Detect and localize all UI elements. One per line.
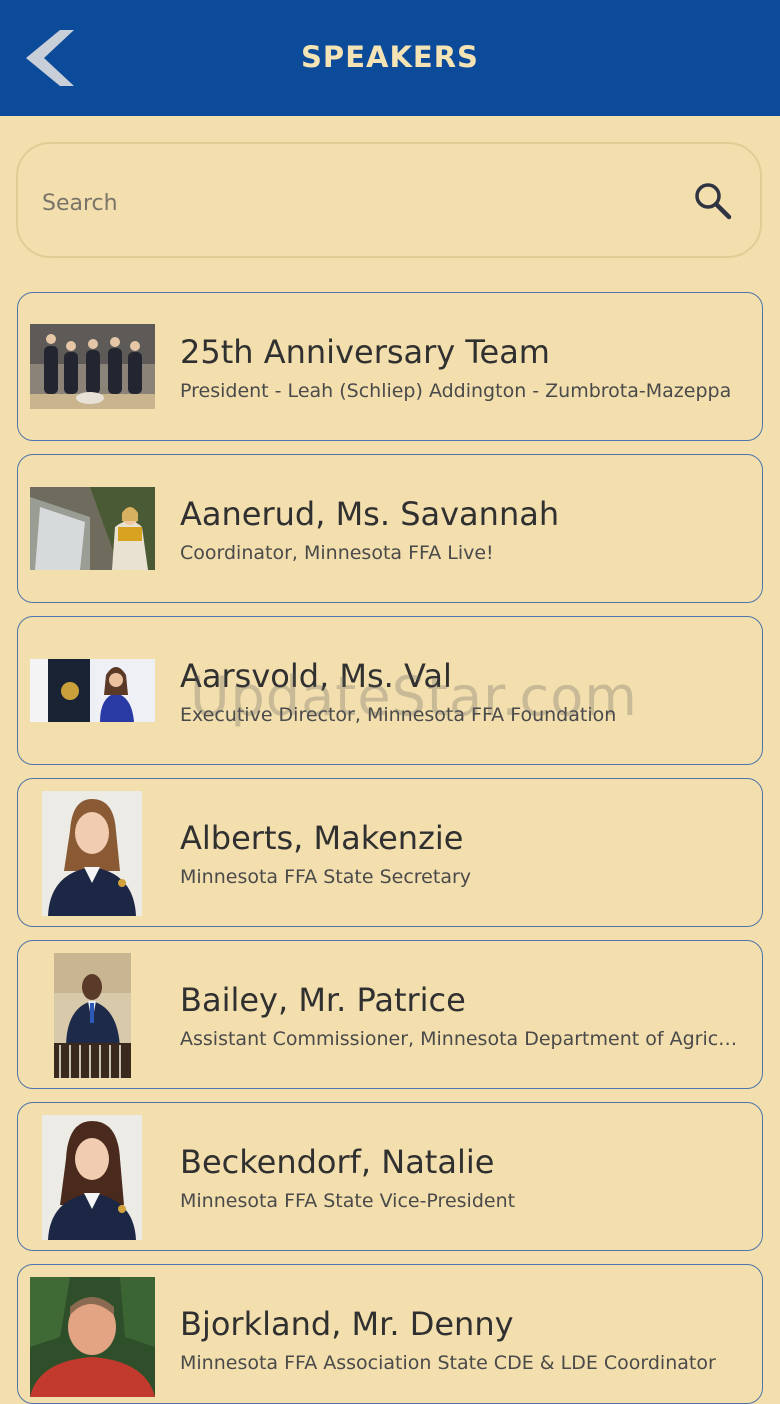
speaker-name: Alberts, Makenzie bbox=[180, 819, 464, 857]
speaker-role: Minnesota FFA State Vice-President bbox=[180, 1190, 516, 1212]
search-input[interactable] bbox=[40, 180, 684, 226]
speaker-item-aarsvold[interactable]: Aarsvold, Ms. Val Executive Director, Mi… bbox=[17, 616, 763, 765]
speaker-item-alberts[interactable]: Alberts, Makenzie Minnesota FFA State Se… bbox=[17, 778, 763, 927]
speaker-name: 25th Anniversary Team bbox=[180, 333, 550, 371]
speaker-name: Beckendorf, Natalie bbox=[180, 1143, 495, 1181]
speaker-photo bbox=[30, 1277, 155, 1397]
speaker-role: Assistant Commissioner, Minnesota Depart… bbox=[180, 1028, 740, 1050]
speaker-name: Bailey, Mr. Patrice bbox=[180, 981, 466, 1019]
speaker-photo bbox=[54, 953, 131, 1078]
speaker-photo bbox=[42, 1115, 142, 1240]
speaker-photo bbox=[30, 487, 155, 570]
speaker-item-beckendorf[interactable]: Beckendorf, Natalie Minnesota FFA State … bbox=[17, 1102, 763, 1251]
speaker-name: Bjorkland, Mr. Denny bbox=[180, 1305, 514, 1343]
search-bar bbox=[16, 142, 762, 258]
speaker-photo bbox=[30, 324, 155, 409]
speaker-item-aanerud[interactable]: Aanerud, Ms. Savannah Coordinator, Minne… bbox=[17, 454, 763, 603]
speaker-item-bailey[interactable]: Bailey, Mr. Patrice Assistant Commission… bbox=[17, 940, 763, 1089]
speaker-photo bbox=[42, 791, 142, 916]
app-header: SPEAKERS bbox=[0, 0, 780, 116]
speaker-role: President - Leah (Schliep) Addington - Z… bbox=[180, 380, 732, 402]
speaker-role: Executive Director, Minnesota FFA Founda… bbox=[180, 704, 617, 726]
speaker-role: Minnesota FFA State Secretary bbox=[180, 866, 472, 888]
speaker-photo bbox=[30, 659, 155, 722]
search-icon[interactable] bbox=[692, 180, 734, 222]
speaker-name: Aanerud, Ms. Savannah bbox=[180, 495, 560, 533]
page-title: SPEAKERS bbox=[301, 40, 479, 74]
speaker-item-bjorkland[interactable]: Bjorkland, Mr. Denny Minnesota FFA Assoc… bbox=[17, 1264, 763, 1404]
speaker-item-25th-anniversary-team[interactable]: 25th Anniversary Team President - Leah (… bbox=[17, 292, 763, 441]
speaker-role: Minnesota FFA Association State CDE & LD… bbox=[180, 1352, 716, 1374]
speaker-name: Aarsvold, Ms. Val bbox=[180, 657, 452, 695]
speaker-role: Coordinator, Minnesota FFA Live! bbox=[180, 542, 494, 564]
